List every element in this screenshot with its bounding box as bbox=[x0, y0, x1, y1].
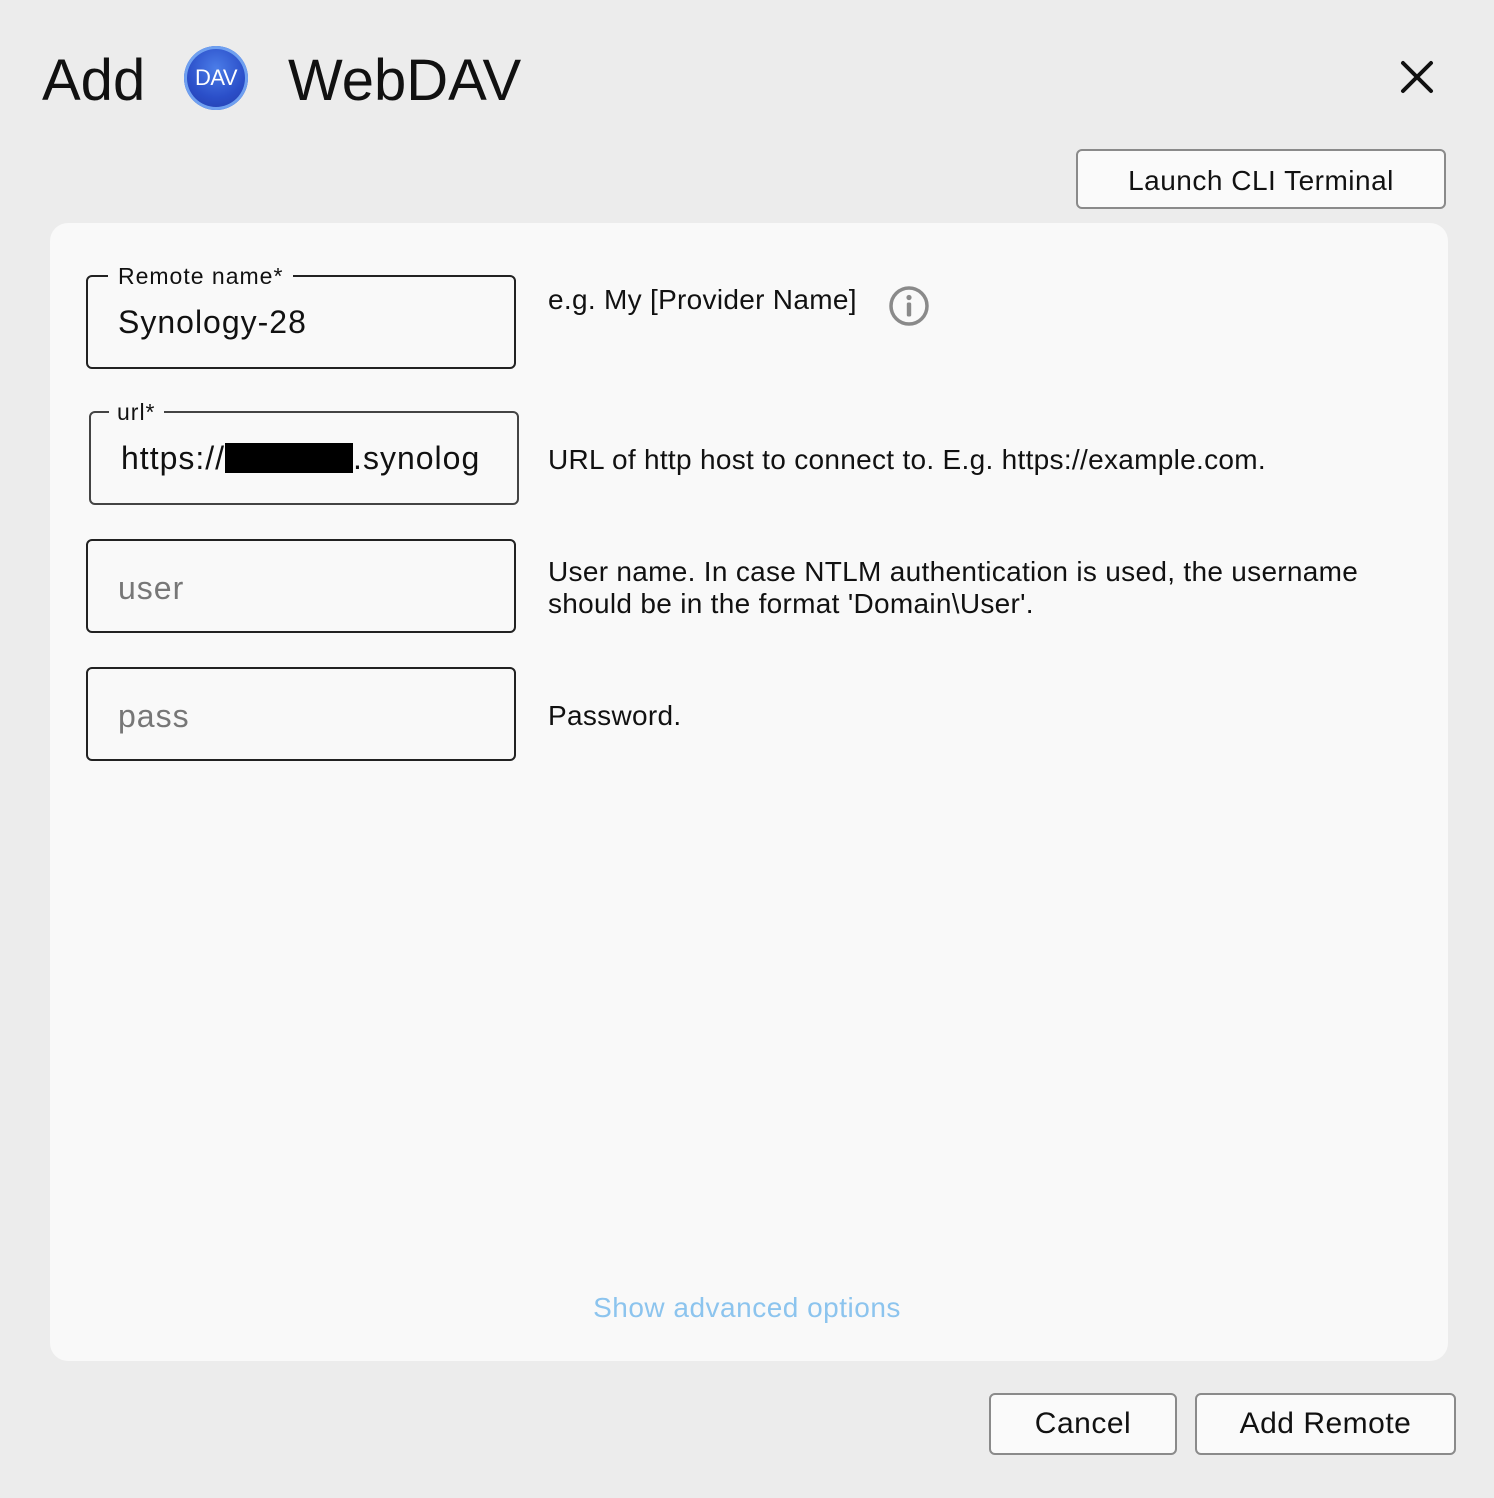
url-value: https:// .synolog bbox=[121, 413, 489, 503]
remote-name-hint: e.g. My [Provider Name] bbox=[548, 284, 857, 315]
form-panel bbox=[50, 223, 1448, 1361]
remote-name-value: Synology-28 bbox=[118, 304, 307, 340]
cancel-button[interactable]: Cancel bbox=[989, 1393, 1177, 1455]
redacted-block bbox=[225, 442, 354, 473]
remote-name-field[interactable]: Remote name* Synology-28 bbox=[86, 261, 516, 369]
user-field[interactable]: user bbox=[86, 539, 516, 633]
pass-placeholder: pass bbox=[118, 698, 190, 734]
add-remote-button[interactable]: Add Remote bbox=[1195, 1393, 1456, 1455]
pass-field[interactable]: pass bbox=[86, 667, 516, 761]
info-icon[interactable] bbox=[888, 285, 930, 327]
show-advanced-options-link[interactable]: Show advanced options bbox=[0, 1292, 1494, 1324]
url-value-suffix: .synolog bbox=[353, 440, 481, 476]
pass-hint: Password. bbox=[548, 700, 682, 731]
dialog-title-provider: WebDAV bbox=[288, 48, 522, 113]
launch-cli-terminal-button[interactable]: Launch CLI Terminal bbox=[1076, 149, 1446, 209]
close-icon bbox=[1401, 61, 1433, 93]
user-placeholder: user bbox=[118, 570, 185, 606]
url-hint: URL of http host to connect to. E.g. htt… bbox=[548, 444, 1266, 475]
url-value-prefix: https:// bbox=[121, 440, 226, 476]
close-button[interactable] bbox=[1392, 52, 1442, 102]
url-field[interactable]: url* https://.synolog bbox=[89, 397, 519, 505]
user-hint: User name. In case NTLM authentication i… bbox=[548, 556, 1359, 619]
dialog-title-add: Add bbox=[42, 48, 146, 113]
webdav-logo-icon: DAV bbox=[184, 46, 248, 110]
